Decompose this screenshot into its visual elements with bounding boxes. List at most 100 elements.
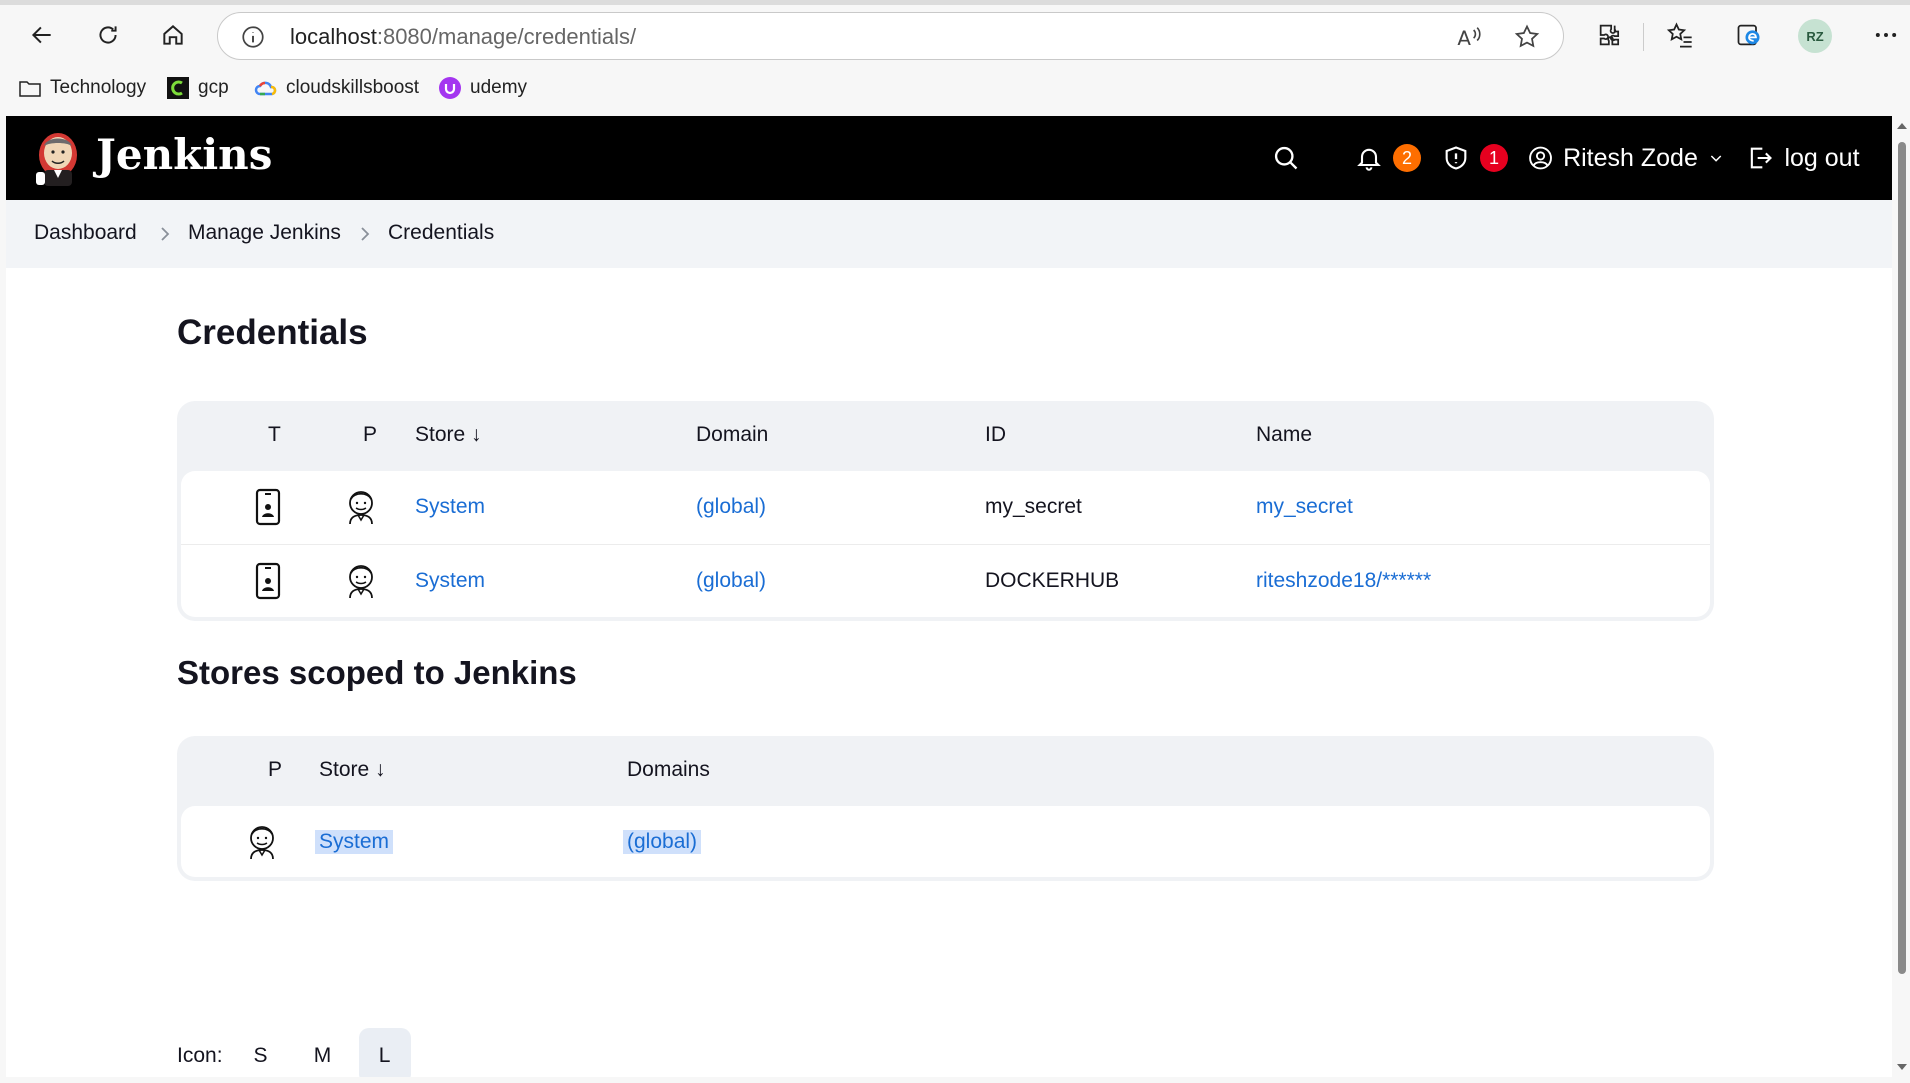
search-icon bbox=[1274, 146, 1298, 170]
store-link[interactable]: System bbox=[315, 830, 394, 854]
profile-avatar[interactable]: RZ bbox=[1798, 19, 1832, 53]
credentials-table: T P Store ↓ Domain ID Name System (globa… bbox=[177, 401, 1714, 621]
bookmark-gcp[interactable]: gcp bbox=[166, 72, 229, 104]
url-host: localhost bbox=[290, 24, 377, 49]
security-badge: 1 bbox=[1480, 144, 1508, 172]
bell-icon bbox=[1357, 148, 1381, 171]
security-button[interactable]: 1 bbox=[1439, 128, 1511, 188]
column-store[interactable]: Store ↓ bbox=[415, 423, 482, 447]
chevron-right-icon bbox=[161, 227, 170, 241]
google-cloud-icon bbox=[254, 76, 278, 100]
table-row: System (global) DOCKERHUB riteshzode18/*… bbox=[181, 544, 1710, 617]
home-button[interactable] bbox=[153, 15, 193, 55]
bookmark-label: gcp bbox=[198, 77, 229, 98]
gcp-icon bbox=[166, 76, 190, 100]
reload-icon bbox=[99, 26, 117, 44]
bookmark-cloudskillsboost[interactable]: cloudskillsboost bbox=[254, 72, 419, 104]
credential-name-link[interactable]: riteshzode18/****** bbox=[1256, 569, 1431, 593]
toolbar-separator bbox=[1643, 23, 1644, 51]
credentials-table-header: T P Store ↓ Domain ID Name bbox=[181, 401, 1710, 471]
search-button[interactable] bbox=[1262, 128, 1310, 188]
back-button[interactable] bbox=[22, 15, 62, 55]
udemy-icon bbox=[438, 76, 462, 100]
store-link[interactable]: System bbox=[415, 495, 485, 519]
column-domain[interactable]: Domain bbox=[696, 423, 768, 447]
site-info-icon[interactable] bbox=[240, 24, 266, 50]
folder-icon bbox=[18, 76, 42, 100]
breadcrumb: Dashboard Manage Jenkins Credentials bbox=[6, 200, 1892, 268]
page-title: Credentials bbox=[177, 313, 368, 352]
domain-link[interactable]: (global) bbox=[696, 495, 766, 519]
jenkins-title[interactable]: Jenkins bbox=[96, 130, 272, 179]
icon-size-small-button[interactable]: S bbox=[235, 1028, 287, 1077]
column-type[interactable]: T bbox=[268, 423, 281, 447]
back-arrow-icon bbox=[31, 26, 51, 44]
credential-type-icon bbox=[250, 560, 286, 602]
column-provider[interactable]: P bbox=[363, 423, 377, 447]
breadcrumb-dashboard[interactable]: Dashboard bbox=[34, 221, 137, 245]
logout-icon bbox=[1751, 147, 1773, 169]
breadcrumb-credentials[interactable]: Credentials bbox=[388, 221, 494, 245]
stores-table-header: P Store ↓ Domains bbox=[181, 736, 1710, 806]
table-row: System (global) my_secret my_secret bbox=[181, 471, 1710, 544]
edge-collections-button[interactable] bbox=[1731, 17, 1767, 53]
user-menu-button[interactable]: Ritesh Zode bbox=[1528, 128, 1724, 188]
favorite-star-icon[interactable] bbox=[1513, 23, 1541, 51]
read-aloud-icon[interactable]: A bbox=[1455, 23, 1483, 51]
bookmark-udemy[interactable]: udemy bbox=[438, 72, 527, 104]
user-avatar-icon bbox=[1529, 146, 1552, 170]
reload-button[interactable] bbox=[88, 15, 128, 55]
credentials-table-body: System (global) my_secret my_secret Syst… bbox=[181, 471, 1710, 617]
user-name: Ritesh Zode bbox=[1563, 143, 1698, 172]
bookmark-technology[interactable]: Technology bbox=[18, 72, 146, 104]
edge-icon bbox=[1737, 24, 1760, 46]
store-link[interactable]: System bbox=[415, 569, 485, 593]
home-icon bbox=[163, 25, 183, 45]
jenkins-provider-icon bbox=[343, 486, 379, 528]
stores-table: P Store ↓ Domains System (global) bbox=[177, 736, 1714, 881]
logout-label: log out bbox=[1784, 143, 1860, 172]
logout-button[interactable]: log out bbox=[1741, 128, 1865, 188]
icon-size-selector: Icon: S M L bbox=[177, 1028, 421, 1077]
more-menu-button[interactable] bbox=[1868, 17, 1904, 53]
icon-size-large-button[interactable]: L bbox=[358, 1028, 411, 1077]
chevron-right-icon bbox=[361, 227, 370, 241]
url-path: :8080/manage/credentials/ bbox=[376, 24, 637, 49]
stores-table-body: System (global) bbox=[181, 806, 1710, 877]
browser-toolbar: localhost:8080/manage/credentials/ A RZ bbox=[0, 5, 1910, 65]
column-id[interactable]: ID bbox=[985, 423, 1006, 447]
bookmark-label: cloudskillsboost bbox=[286, 77, 420, 98]
credential-name-link[interactable]: my_secret bbox=[1256, 495, 1353, 519]
jenkins-header: Jenkins 2 1 Ritesh Zode log out bbox=[6, 116, 1892, 200]
svg-text:A: A bbox=[1457, 27, 1471, 50]
column-domains[interactable]: Domains bbox=[627, 758, 710, 782]
domain-link[interactable]: (global) bbox=[623, 830, 702, 854]
jenkins-provider-icon bbox=[343, 560, 379, 602]
scroll-up-arrow-icon[interactable] bbox=[1896, 120, 1908, 132]
jenkins-logo[interactable] bbox=[32, 128, 84, 188]
column-provider[interactable]: P bbox=[268, 758, 282, 782]
more-dots-icon bbox=[1875, 33, 1897, 37]
address-bar[interactable]: localhost:8080/manage/credentials/ A bbox=[217, 12, 1564, 60]
icon-size-medium-button[interactable]: M bbox=[297, 1028, 349, 1077]
scrollbar-thumb[interactable] bbox=[1898, 142, 1906, 974]
breadcrumb-manage-jenkins[interactable]: Manage Jenkins bbox=[188, 221, 341, 245]
jenkins-page: Jenkins 2 1 Ritesh Zode log out Dashboar… bbox=[6, 116, 1892, 1077]
bookmark-label: udemy bbox=[470, 77, 528, 98]
chevron-down-icon bbox=[1710, 155, 1722, 162]
page-scrollbar[interactable] bbox=[1894, 116, 1910, 1077]
table-row: System (global) bbox=[181, 806, 1710, 877]
icon-size-label: Icon: bbox=[177, 1044, 223, 1067]
shield-alert-icon bbox=[1445, 146, 1467, 170]
credential-id: my_secret bbox=[985, 495, 1082, 518]
favorites-button[interactable] bbox=[1662, 17, 1698, 53]
column-name[interactable]: Name bbox=[1256, 423, 1312, 447]
notifications-button[interactable]: 2 bbox=[1352, 128, 1424, 188]
url-text[interactable]: localhost:8080/manage/credentials/ bbox=[290, 24, 636, 50]
scroll-down-arrow-icon[interactable] bbox=[1896, 1061, 1908, 1073]
favorites-list-icon bbox=[1666, 22, 1692, 48]
domain-link[interactable]: (global) bbox=[696, 569, 766, 593]
bookmark-label: Technology bbox=[50, 77, 147, 98]
extensions-button[interactable] bbox=[1592, 17, 1628, 53]
column-store[interactable]: Store ↓ bbox=[319, 758, 386, 782]
